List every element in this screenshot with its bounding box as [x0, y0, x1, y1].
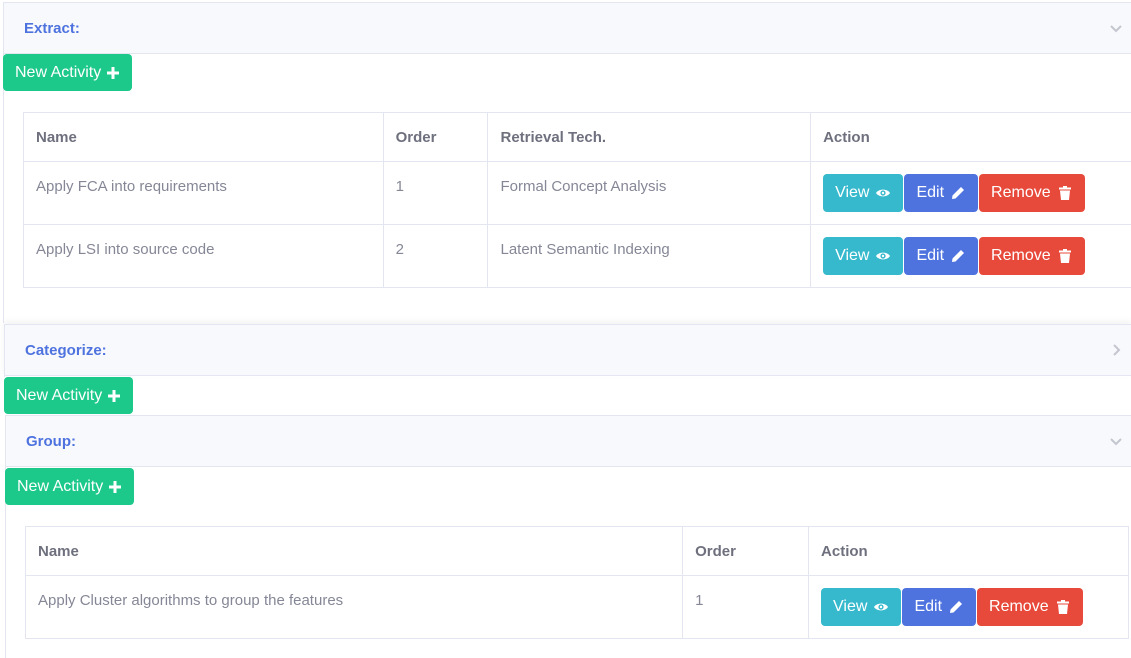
pencil-icon — [950, 185, 966, 201]
column-header-name: Name — [26, 527, 683, 576]
row-actions: View Edit Remove — [811, 225, 1131, 288]
new-activity-label: New Activity — [17, 478, 103, 496]
view-label: View — [833, 598, 867, 616]
edit-button[interactable]: Edit — [904, 237, 978, 275]
categorize-header[interactable]: Categorize: — [5, 325, 1131, 376]
plus-icon — [108, 480, 122, 494]
chevron-down-icon[interactable] — [1109, 21, 1123, 35]
edit-button[interactable]: Edit — [904, 174, 978, 212]
plus-icon — [107, 389, 121, 403]
table-row: Apply Cluster algorithms to group the fe… — [26, 576, 1129, 639]
remove-label: Remove — [991, 184, 1051, 202]
row-tech: Latent Semantic Indexing — [488, 225, 811, 288]
pencil-icon — [950, 248, 966, 264]
row-name: Apply Cluster algorithms to group the fe… — [26, 576, 683, 639]
remove-button[interactable]: Remove — [979, 174, 1085, 212]
column-header-retrieval-tech: Retrieval Tech. — [488, 113, 811, 162]
column-header-order: Order — [383, 113, 488, 162]
column-header-action: Action — [811, 113, 1131, 162]
edit-label: Edit — [916, 247, 944, 265]
remove-button[interactable]: Remove — [979, 237, 1085, 275]
group-new-activity-button[interactable]: New Activity — [5, 468, 134, 505]
row-tech: Formal Concept Analysis — [488, 162, 811, 225]
edit-label: Edit — [916, 184, 944, 202]
column-header-order: Order — [683, 527, 809, 576]
remove-label: Remove — [989, 598, 1049, 616]
extract-new-activity-button[interactable]: New Activity — [3, 54, 132, 91]
table-row: Apply LSI into source code 2 Latent Sema… — [24, 225, 1131, 288]
view-label: View — [835, 247, 869, 265]
trash-icon — [1057, 185, 1073, 201]
new-activity-label: New Activity — [15, 64, 101, 82]
eye-icon — [875, 185, 891, 201]
trash-icon — [1055, 599, 1071, 615]
chevron-right-icon[interactable] — [1109, 343, 1123, 357]
eye-icon — [875, 248, 891, 264]
eye-icon — [873, 599, 889, 615]
remove-button[interactable]: Remove — [977, 588, 1083, 626]
extract-header[interactable]: Extract: — [4, 3, 1131, 54]
trash-icon — [1057, 248, 1073, 264]
view-button[interactable]: View — [823, 174, 903, 212]
row-order: 1 — [683, 576, 809, 639]
column-header-action: Action — [809, 527, 1129, 576]
table-header-row: Name Order Action — [26, 527, 1129, 576]
table-row: Apply FCA into requirements 1 Formal Con… — [24, 162, 1131, 225]
row-actions: View Edit Remove — [809, 576, 1129, 639]
row-order: 1 — [383, 162, 488, 225]
extract-title: Extract: — [24, 20, 80, 37]
row-actions: View Edit Remove — [811, 162, 1131, 225]
categorize-new-activity-button[interactable]: New Activity — [4, 377, 133, 414]
group-table: Name Order Action Apply Cluster algorith… — [25, 526, 1129, 639]
view-label: View — [835, 184, 869, 202]
row-name: Apply LSI into source code — [24, 225, 384, 288]
edit-button[interactable]: Edit — [902, 588, 976, 626]
remove-label: Remove — [991, 247, 1051, 265]
view-button[interactable]: View — [823, 237, 903, 275]
table-header-row: Name Order Retrieval Tech. Action — [24, 113, 1131, 162]
chevron-down-icon[interactable] — [1109, 434, 1123, 448]
new-activity-label: New Activity — [16, 387, 102, 405]
pencil-icon — [948, 599, 964, 615]
plus-icon — [106, 66, 120, 80]
row-order: 2 — [383, 225, 488, 288]
categorize-title: Categorize: — [25, 342, 107, 359]
group-header[interactable]: Group: — [6, 416, 1131, 467]
column-header-name: Name — [24, 113, 384, 162]
extract-table: Name Order Retrieval Tech. Action Apply … — [23, 112, 1131, 288]
group-title: Group: — [26, 433, 76, 450]
view-button[interactable]: View — [821, 588, 901, 626]
row-name: Apply FCA into requirements — [24, 162, 384, 225]
edit-label: Edit — [914, 598, 942, 616]
categorize-section: Categorize: — [4, 324, 1131, 377]
